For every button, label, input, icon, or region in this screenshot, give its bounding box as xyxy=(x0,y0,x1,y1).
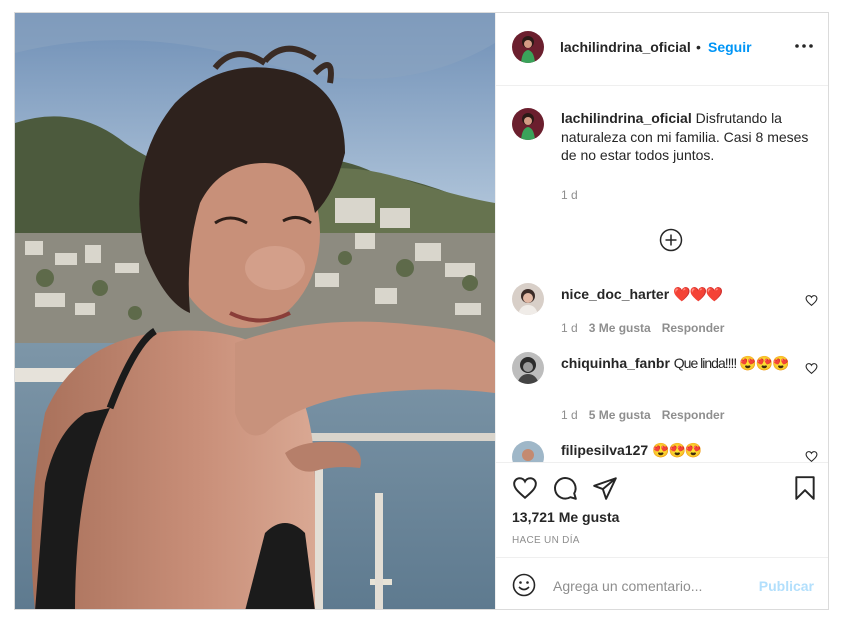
add-circle-icon[interactable] xyxy=(659,228,683,252)
post-time: HACE UN DÍA xyxy=(512,535,580,546)
comment-username[interactable]: filipesilva127 xyxy=(561,442,648,458)
comment-text: chiquinha_fanbr Que linda!!!! 😍😍😍 xyxy=(561,354,791,372)
emoji-icon[interactable] xyxy=(512,573,536,597)
comment-username[interactable]: nice_doc_harter xyxy=(561,286,669,302)
post-panel: lachilindrina_oficial • Seguir lachilind… xyxy=(495,13,828,609)
separator-dot: • xyxy=(696,39,701,55)
heart-icon[interactable] xyxy=(805,450,818,462)
reply-button[interactable]: Responder xyxy=(662,408,725,422)
comment-meta: 1 d 5 Me gusta Responder xyxy=(561,408,735,422)
caption-username[interactable]: lachilindrina_oficial xyxy=(561,110,692,126)
post-actions: 13,721 Me gusta HACE UN DÍA xyxy=(496,462,828,558)
heart-icon[interactable] xyxy=(805,294,818,307)
add-comment-bar: Publicar xyxy=(496,557,828,609)
commenter-avatar[interactable] xyxy=(512,441,544,462)
comment-meta: 1 d 3 Me gusta Responder xyxy=(561,321,735,335)
more-options-icon[interactable] xyxy=(794,39,814,53)
author-username[interactable]: lachilindrina_oficial xyxy=(560,39,691,55)
publish-button[interactable]: Publicar xyxy=(759,578,814,594)
follow-button[interactable]: Seguir xyxy=(708,39,752,55)
reply-button[interactable]: Responder xyxy=(662,321,725,335)
post-card: lachilindrina_oficial • Seguir lachilind… xyxy=(14,12,829,610)
comment-likes[interactable]: 3 Me gusta xyxy=(589,321,651,335)
comment-body: 😍😍😍 xyxy=(652,442,702,458)
comments-section[interactable]: lachilindrina_oficial Disfrutando la nat… xyxy=(496,86,828,462)
comment-time: 1 d xyxy=(561,408,578,422)
commenter-avatar[interactable] xyxy=(512,283,544,315)
heart-icon[interactable] xyxy=(512,475,538,501)
comment-time: 1 d xyxy=(561,321,578,335)
caption-avatar[interactable] xyxy=(512,108,544,140)
caption-text: lachilindrina_oficial Disfrutando la nat… xyxy=(561,109,823,165)
share-icon[interactable] xyxy=(592,475,618,501)
post-photo[interactable] xyxy=(15,13,495,609)
caption-time: 1 d xyxy=(561,188,578,202)
comment-body: ❤️❤️❤️ xyxy=(673,286,723,302)
commenter-avatar[interactable] xyxy=(512,352,544,384)
comment-likes[interactable]: 5 Me gusta xyxy=(589,408,651,422)
comment-icon[interactable] xyxy=(552,475,578,501)
comment-input[interactable] xyxy=(551,572,745,600)
comment-body: Que linda!!!! 😍😍😍 xyxy=(673,355,790,371)
post-header: lachilindrina_oficial • Seguir xyxy=(496,13,828,86)
comment-username[interactable]: chiquinha_fanbr xyxy=(561,355,670,371)
bookmark-icon[interactable] xyxy=(792,475,818,501)
heart-icon[interactable] xyxy=(805,362,818,375)
likes-count[interactable]: 13,721 Me gusta xyxy=(512,509,619,525)
author-avatar[interactable] xyxy=(512,31,544,63)
comment-text: filipesilva127 😍😍😍 xyxy=(561,441,791,459)
comment-text: nice_doc_harter ❤️❤️❤️ xyxy=(561,285,791,303)
